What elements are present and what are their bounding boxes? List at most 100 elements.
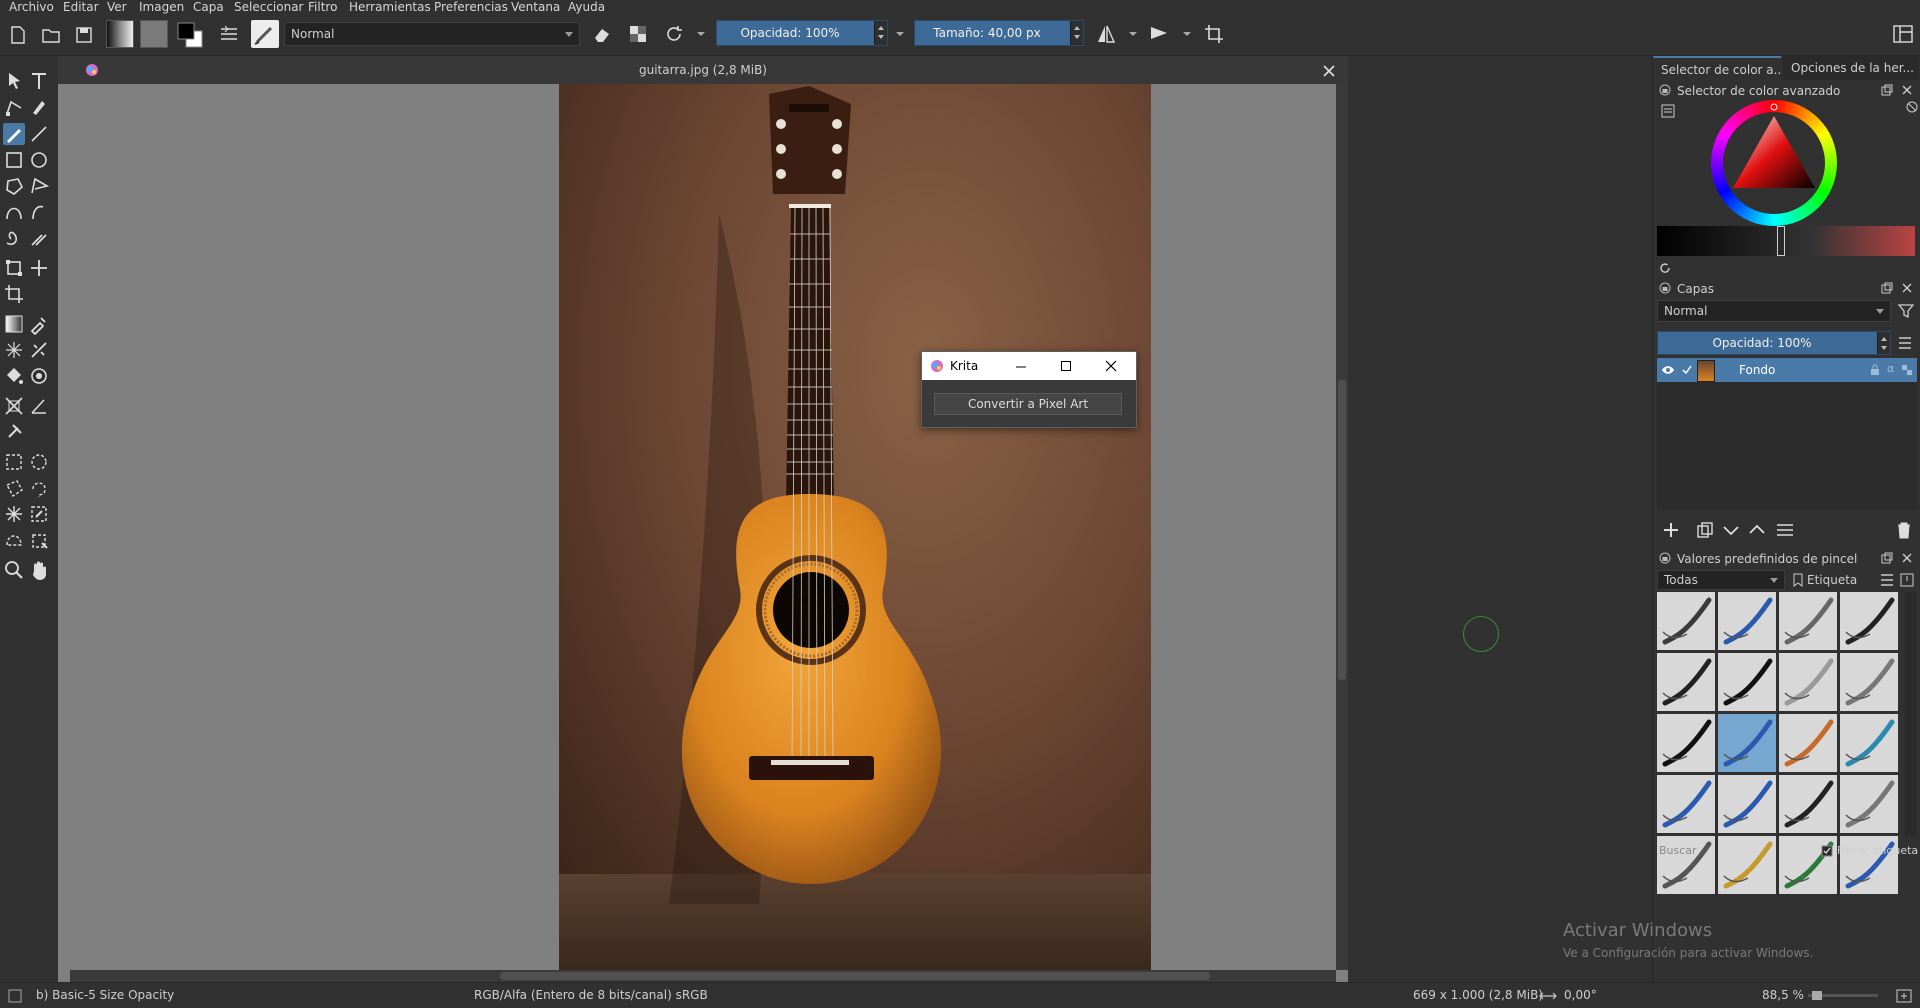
- smart-patch-tool-icon[interactable]: [3, 339, 25, 361]
- brush-preset-item[interactable]: [1657, 775, 1715, 833]
- alpha-lock-icon[interactable]: [628, 24, 648, 44]
- color-settings-icon[interactable]: [1661, 104, 1675, 118]
- menu-icon[interactable]: [1879, 572, 1895, 588]
- brush-settings-icon[interactable]: [219, 24, 239, 44]
- measure-tool-icon[interactable]: [28, 395, 50, 417]
- pattern-preset-icon[interactable]: [140, 20, 168, 48]
- tab-tool-options[interactable]: Opciones de la her...: [1783, 56, 1919, 80]
- brush-preset-item[interactable]: [1840, 714, 1898, 772]
- canvas-vertical-scroll-thumb[interactable]: [1338, 380, 1346, 680]
- menu-herramientas[interactable]: Herramientas: [349, 0, 431, 15]
- alpha-icon[interactable]: α: [1887, 362, 1894, 375]
- duplicate-layer-icon[interactable]: [1695, 520, 1715, 540]
- menu-seleccionar[interactable]: Seleccionar: [234, 0, 303, 15]
- refresh-icon[interactable]: [1659, 262, 1671, 274]
- fullscreen-icon[interactable]: [1896, 989, 1912, 1003]
- presets-filter-select[interactable]: Todas: [1657, 570, 1785, 590]
- minimize-icon[interactable]: [1015, 361, 1027, 373]
- presets-scrollbar[interactable]: [1905, 592, 1917, 836]
- menu-archivo[interactable]: Archivo: [9, 0, 54, 15]
- move-tool-icon[interactable]: [28, 257, 50, 279]
- brush-preset-icon[interactable]: [251, 20, 279, 48]
- crop-tool-icon[interactable]: [3, 283, 25, 305]
- layer-blend-mode-select[interactable]: Normal: [1657, 300, 1891, 322]
- rectangle-tool-icon[interactable]: [3, 149, 25, 171]
- brush-preset-item[interactable]: [1657, 714, 1715, 772]
- polyline-tool-icon[interactable]: [28, 175, 50, 197]
- add-layer-icon[interactable]: [1661, 520, 1681, 540]
- status-rotation[interactable]: 0,00°: [1564, 983, 1597, 1008]
- menu-imagen[interactable]: Imagen: [139, 0, 184, 15]
- menu-ayuda[interactable]: Ayuda: [568, 0, 605, 15]
- layer-lock-icon[interactable]: [1869, 364, 1881, 376]
- pan-tool-icon[interactable]: [28, 559, 50, 581]
- close-document-icon[interactable]: [1322, 64, 1336, 78]
- layer-row[interactable]: Fondo α: [1657, 358, 1917, 382]
- close-panel-icon[interactable]: [1901, 84, 1913, 96]
- presets-tag-select[interactable]: Etiqueta: [1791, 570, 1873, 590]
- chevron-down-icon[interactable]: [1182, 31, 1192, 39]
- brush-preset-item[interactable]: [1779, 592, 1837, 650]
- eye-icon[interactable]: [1661, 364, 1675, 376]
- ellipse-tool-icon[interactable]: [28, 149, 50, 171]
- mirror-horizontal-icon[interactable]: [1095, 23, 1117, 45]
- multibrush-tool-icon[interactable]: [28, 227, 50, 249]
- blend-mode-select[interactable]: Normal: [284, 22, 580, 46]
- rectangular-selection-tool-icon[interactable]: [3, 451, 25, 473]
- hue-ring[interactable]: [1711, 100, 1837, 226]
- menu-ventana[interactable]: Ventana: [511, 0, 560, 15]
- inherit-alpha-icon[interactable]: [1901, 364, 1913, 376]
- brush-preset-item[interactable]: [1718, 592, 1776, 650]
- brush-preset-item[interactable]: [1840, 653, 1898, 711]
- lock-icon[interactable]: [1659, 552, 1671, 564]
- size-slider[interactable]: Tamaño: 40,00 px: [914, 20, 1084, 46]
- brush-preset-item[interactable]: [1718, 653, 1776, 711]
- workspace-icon[interactable]: [1892, 23, 1914, 45]
- similar-color-selection-tool-icon[interactable]: [28, 503, 50, 525]
- menu-capa[interactable]: Capa: [193, 0, 224, 15]
- no-color-icon[interactable]: [1905, 100, 1919, 114]
- contiguous-selection-tool-icon[interactable]: [3, 503, 25, 525]
- layer-properties-icon[interactable]: [1775, 520, 1799, 540]
- canvas-horizontal-scroll-thumb[interactable]: [500, 972, 1210, 980]
- eraser-mode-icon[interactable]: [592, 24, 612, 44]
- checkbox-icon[interactable]: [1821, 845, 1833, 857]
- move-layer-up-icon[interactable]: [1747, 520, 1767, 540]
- bezier-selection-tool-icon[interactable]: [3, 529, 25, 551]
- float-panel-icon[interactable]: [1881, 84, 1893, 96]
- colorize-mask-tool-icon[interactable]: [28, 339, 50, 361]
- chevron-down-icon[interactable]: [696, 31, 706, 39]
- line-tool-icon[interactable]: [28, 123, 50, 145]
- maximize-icon[interactable]: [1060, 360, 1072, 372]
- checkmark-icon[interactable]: [1681, 364, 1693, 376]
- brush-preset-item[interactable]: [1779, 714, 1837, 772]
- saturation-value-triangle[interactable]: [1711, 100, 1837, 226]
- float-panel-icon[interactable]: [1881, 282, 1893, 294]
- select-shape-tool-icon[interactable]: [3, 70, 25, 92]
- document-image[interactable]: [559, 84, 1151, 970]
- layer-opacity-slider[interactable]: Opacidad: 100%: [1657, 331, 1891, 355]
- brush-preset-item[interactable]: [1718, 714, 1776, 772]
- chevron-down-icon[interactable]: [895, 31, 905, 39]
- bezier-tool-icon[interactable]: [3, 201, 25, 223]
- menu-preferencias[interactable]: Preferencias: [434, 0, 508, 15]
- layers-list[interactable]: [1657, 382, 1917, 510]
- freehand-brush-tool-icon[interactable]: [3, 123, 25, 145]
- close-panel-icon[interactable]: [1901, 552, 1913, 564]
- enclose-fill-tool-icon[interactable]: [28, 365, 50, 387]
- polygon-tool-icon[interactable]: [3, 175, 25, 197]
- chevron-down-icon[interactable]: [1128, 31, 1138, 39]
- brush-preset-item[interactable]: [1779, 775, 1837, 833]
- edit-shapes-tool-icon[interactable]: [3, 96, 25, 118]
- reference-images-tool-icon[interactable]: [3, 421, 25, 443]
- brush-preset-item[interactable]: [1840, 775, 1898, 833]
- float-panel-icon[interactable]: [1881, 552, 1893, 564]
- lock-icon[interactable]: [1659, 84, 1671, 96]
- save-icon[interactable]: [75, 26, 93, 44]
- brush-preset-item[interactable]: [1779, 653, 1837, 711]
- color-swatches-icon[interactable]: [176, 21, 204, 49]
- menu-filtro[interactable]: Filtro: [308, 0, 337, 15]
- close-panel-icon[interactable]: [1901, 282, 1913, 294]
- crop-wrap-icon[interactable]: [1203, 23, 1225, 45]
- view-mode-icon[interactable]: [1899, 572, 1915, 588]
